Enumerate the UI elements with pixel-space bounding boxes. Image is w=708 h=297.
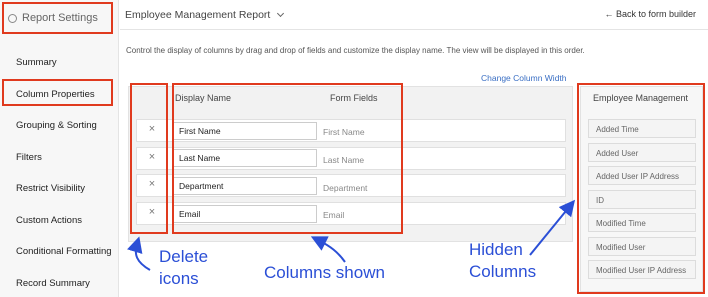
annotation-hidden-columns: Hidden Columns	[469, 240, 537, 281]
annotation-columns-shown: Columns shown	[264, 263, 385, 282]
annotation-arrows	[127, 199, 576, 271]
annotation-delete-icons: Delete icons	[159, 247, 209, 288]
arrow-columns-shown	[310, 236, 346, 263]
arrow-delete-icons	[127, 236, 151, 271]
